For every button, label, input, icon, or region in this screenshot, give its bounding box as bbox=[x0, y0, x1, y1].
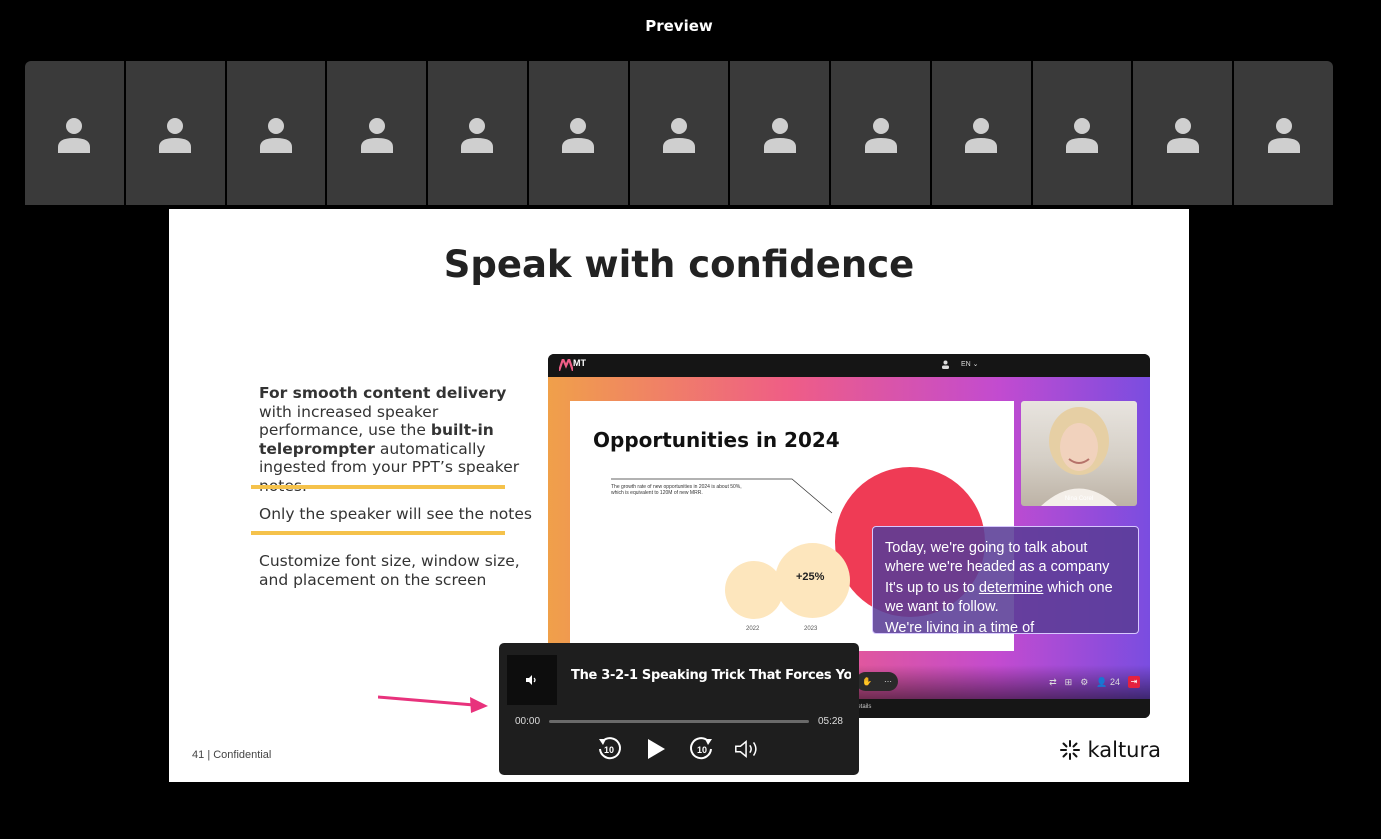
grid-icon[interactable]: ⊞ bbox=[1065, 677, 1073, 688]
participant-tile[interactable] bbox=[25, 61, 124, 205]
participant-tile[interactable] bbox=[125, 61, 225, 205]
participant-tile[interactable] bbox=[1032, 61, 1132, 205]
participant-tile[interactable] bbox=[1234, 61, 1333, 205]
circle-2022 bbox=[725, 561, 783, 619]
growth-label: +25% bbox=[796, 571, 825, 583]
participant-tile[interactable] bbox=[1133, 61, 1233, 205]
person-icon bbox=[763, 118, 796, 153]
person-icon bbox=[58, 118, 91, 153]
person-icon bbox=[864, 118, 897, 153]
play-button[interactable] bbox=[642, 734, 670, 764]
speaker-icon bbox=[526, 675, 536, 685]
participant-tile[interactable] bbox=[730, 61, 830, 205]
teleprompter-window[interactable]: Today, we're going to talk about where w… bbox=[872, 526, 1139, 634]
bullet-speaker-notes: Only the speaker will see the notes bbox=[259, 505, 532, 523]
rewind-icon: 10 bbox=[599, 737, 621, 760]
year-2022-label: 2022 bbox=[746, 626, 760, 632]
participant-tile[interactable] bbox=[226, 61, 326, 205]
bullet-teleprompter: For smooth content delivery with increas… bbox=[259, 384, 529, 495]
hand-icon[interactable]: ✋ bbox=[862, 677, 872, 686]
play-icon bbox=[648, 739, 665, 759]
app-logo-text: MT bbox=[573, 358, 586, 368]
language-label: EN bbox=[961, 361, 971, 368]
bullet-customize: Customize font size, window size, and pl… bbox=[259, 552, 520, 589]
camera-name-label: Nina Corel bbox=[1064, 496, 1094, 502]
person-icon bbox=[461, 118, 494, 153]
kaltura-logo-icon bbox=[1060, 740, 1081, 760]
footer-separator: | bbox=[207, 749, 211, 761]
divider-yellow bbox=[251, 485, 505, 489]
swap-icon[interactable]: ⇄ bbox=[1049, 677, 1057, 688]
progress-bar[interactable] bbox=[549, 720, 809, 723]
teleprompter-highlight-word: determine bbox=[978, 580, 1044, 596]
rewind-10-button[interactable]: 10 bbox=[595, 734, 623, 764]
participant-tile[interactable] bbox=[931, 61, 1031, 205]
participant-tile[interactable] bbox=[831, 61, 930, 205]
slide-number: 41 bbox=[192, 749, 205, 761]
participants-count[interactable]: 👤 24 bbox=[1096, 677, 1120, 688]
person-icon bbox=[1066, 118, 1099, 153]
year-2023-label: 2023 bbox=[804, 626, 818, 632]
language-selector: EN ⌄ bbox=[961, 361, 979, 368]
volume-icon bbox=[735, 739, 757, 759]
audio-player: The 3-2-1 Speaking Trick That Forces You… bbox=[499, 643, 859, 775]
bullet-bold-1: For smooth content delivery bbox=[259, 384, 507, 402]
current-time: 00:00 bbox=[515, 716, 541, 727]
teleprompter-text: Today, we're going to talk about where w… bbox=[873, 527, 1138, 634]
person-icon bbox=[562, 118, 595, 153]
person-icon bbox=[259, 118, 292, 153]
participant-tile[interactable] bbox=[528, 61, 628, 205]
forward-10-button[interactable]: 10 bbox=[688, 734, 716, 764]
person-icon bbox=[965, 118, 998, 153]
teleprompter-text-part: It's up to us to bbox=[885, 580, 979, 596]
reaction-pill[interactable]: ✋ ⋯ bbox=[856, 672, 898, 691]
player-thumbnail bbox=[507, 655, 557, 705]
slide-title: Speak with confidence bbox=[443, 243, 915, 286]
brand-logo-icon bbox=[559, 359, 573, 371]
gear-icon[interactable]: ⚙ bbox=[1080, 677, 1088, 688]
teleprompter-line: Today, we're going to talk about where w… bbox=[885, 540, 1110, 575]
divider-yellow bbox=[251, 531, 505, 535]
confidential-label: Confidential bbox=[213, 749, 272, 761]
teleprompter-line: We're living in a time of bbox=[885, 620, 1035, 634]
person-icon bbox=[1166, 118, 1199, 153]
annotation-arrow bbox=[378, 695, 488, 713]
person-icon bbox=[1267, 118, 1300, 153]
more-icon[interactable]: ⋯ bbox=[884, 677, 892, 686]
forward-icon: 10 bbox=[690, 737, 712, 760]
teleprompter-line: It's up to us to determine which one we … bbox=[885, 579, 1126, 617]
bullet-text-1: with increased speaker performance, use … bbox=[259, 402, 439, 440]
slide-footer: 41 | Confidential bbox=[192, 749, 271, 761]
app-topbar: MT EN ⌄ bbox=[548, 354, 1150, 377]
track-title: The 3-2-1 Speaking Trick That Forces You… bbox=[571, 668, 851, 683]
kaltura-wordmark: kaltura bbox=[1087, 738, 1161, 762]
forward-seconds: 10 bbox=[697, 745, 707, 755]
camera-feed: Nina Corel bbox=[1021, 401, 1137, 506]
participant-tile[interactable] bbox=[428, 61, 527, 205]
participant-strip bbox=[25, 61, 1333, 205]
person-icon bbox=[360, 118, 393, 153]
preview-title: Preview bbox=[645, 17, 713, 35]
person-icon bbox=[159, 118, 192, 153]
participant-count-value: 24 bbox=[1109, 676, 1120, 687]
leave-icon[interactable]: ⇥ bbox=[1128, 676, 1140, 688]
app-controls: ⇄ ⊞ ⚙ 👤 24 ⇥ bbox=[1049, 676, 1140, 688]
volume-button[interactable] bbox=[733, 734, 761, 764]
rewind-seconds: 10 bbox=[604, 745, 614, 755]
user-icon bbox=[942, 360, 949, 369]
kaltura-logo: kaltura bbox=[1059, 738, 1161, 762]
person-icon bbox=[662, 118, 695, 153]
presenter-avatar bbox=[1041, 407, 1117, 506]
participant-tile[interactable] bbox=[629, 61, 729, 205]
duration: 05:28 bbox=[817, 716, 843, 727]
participant-tile[interactable] bbox=[327, 61, 427, 205]
